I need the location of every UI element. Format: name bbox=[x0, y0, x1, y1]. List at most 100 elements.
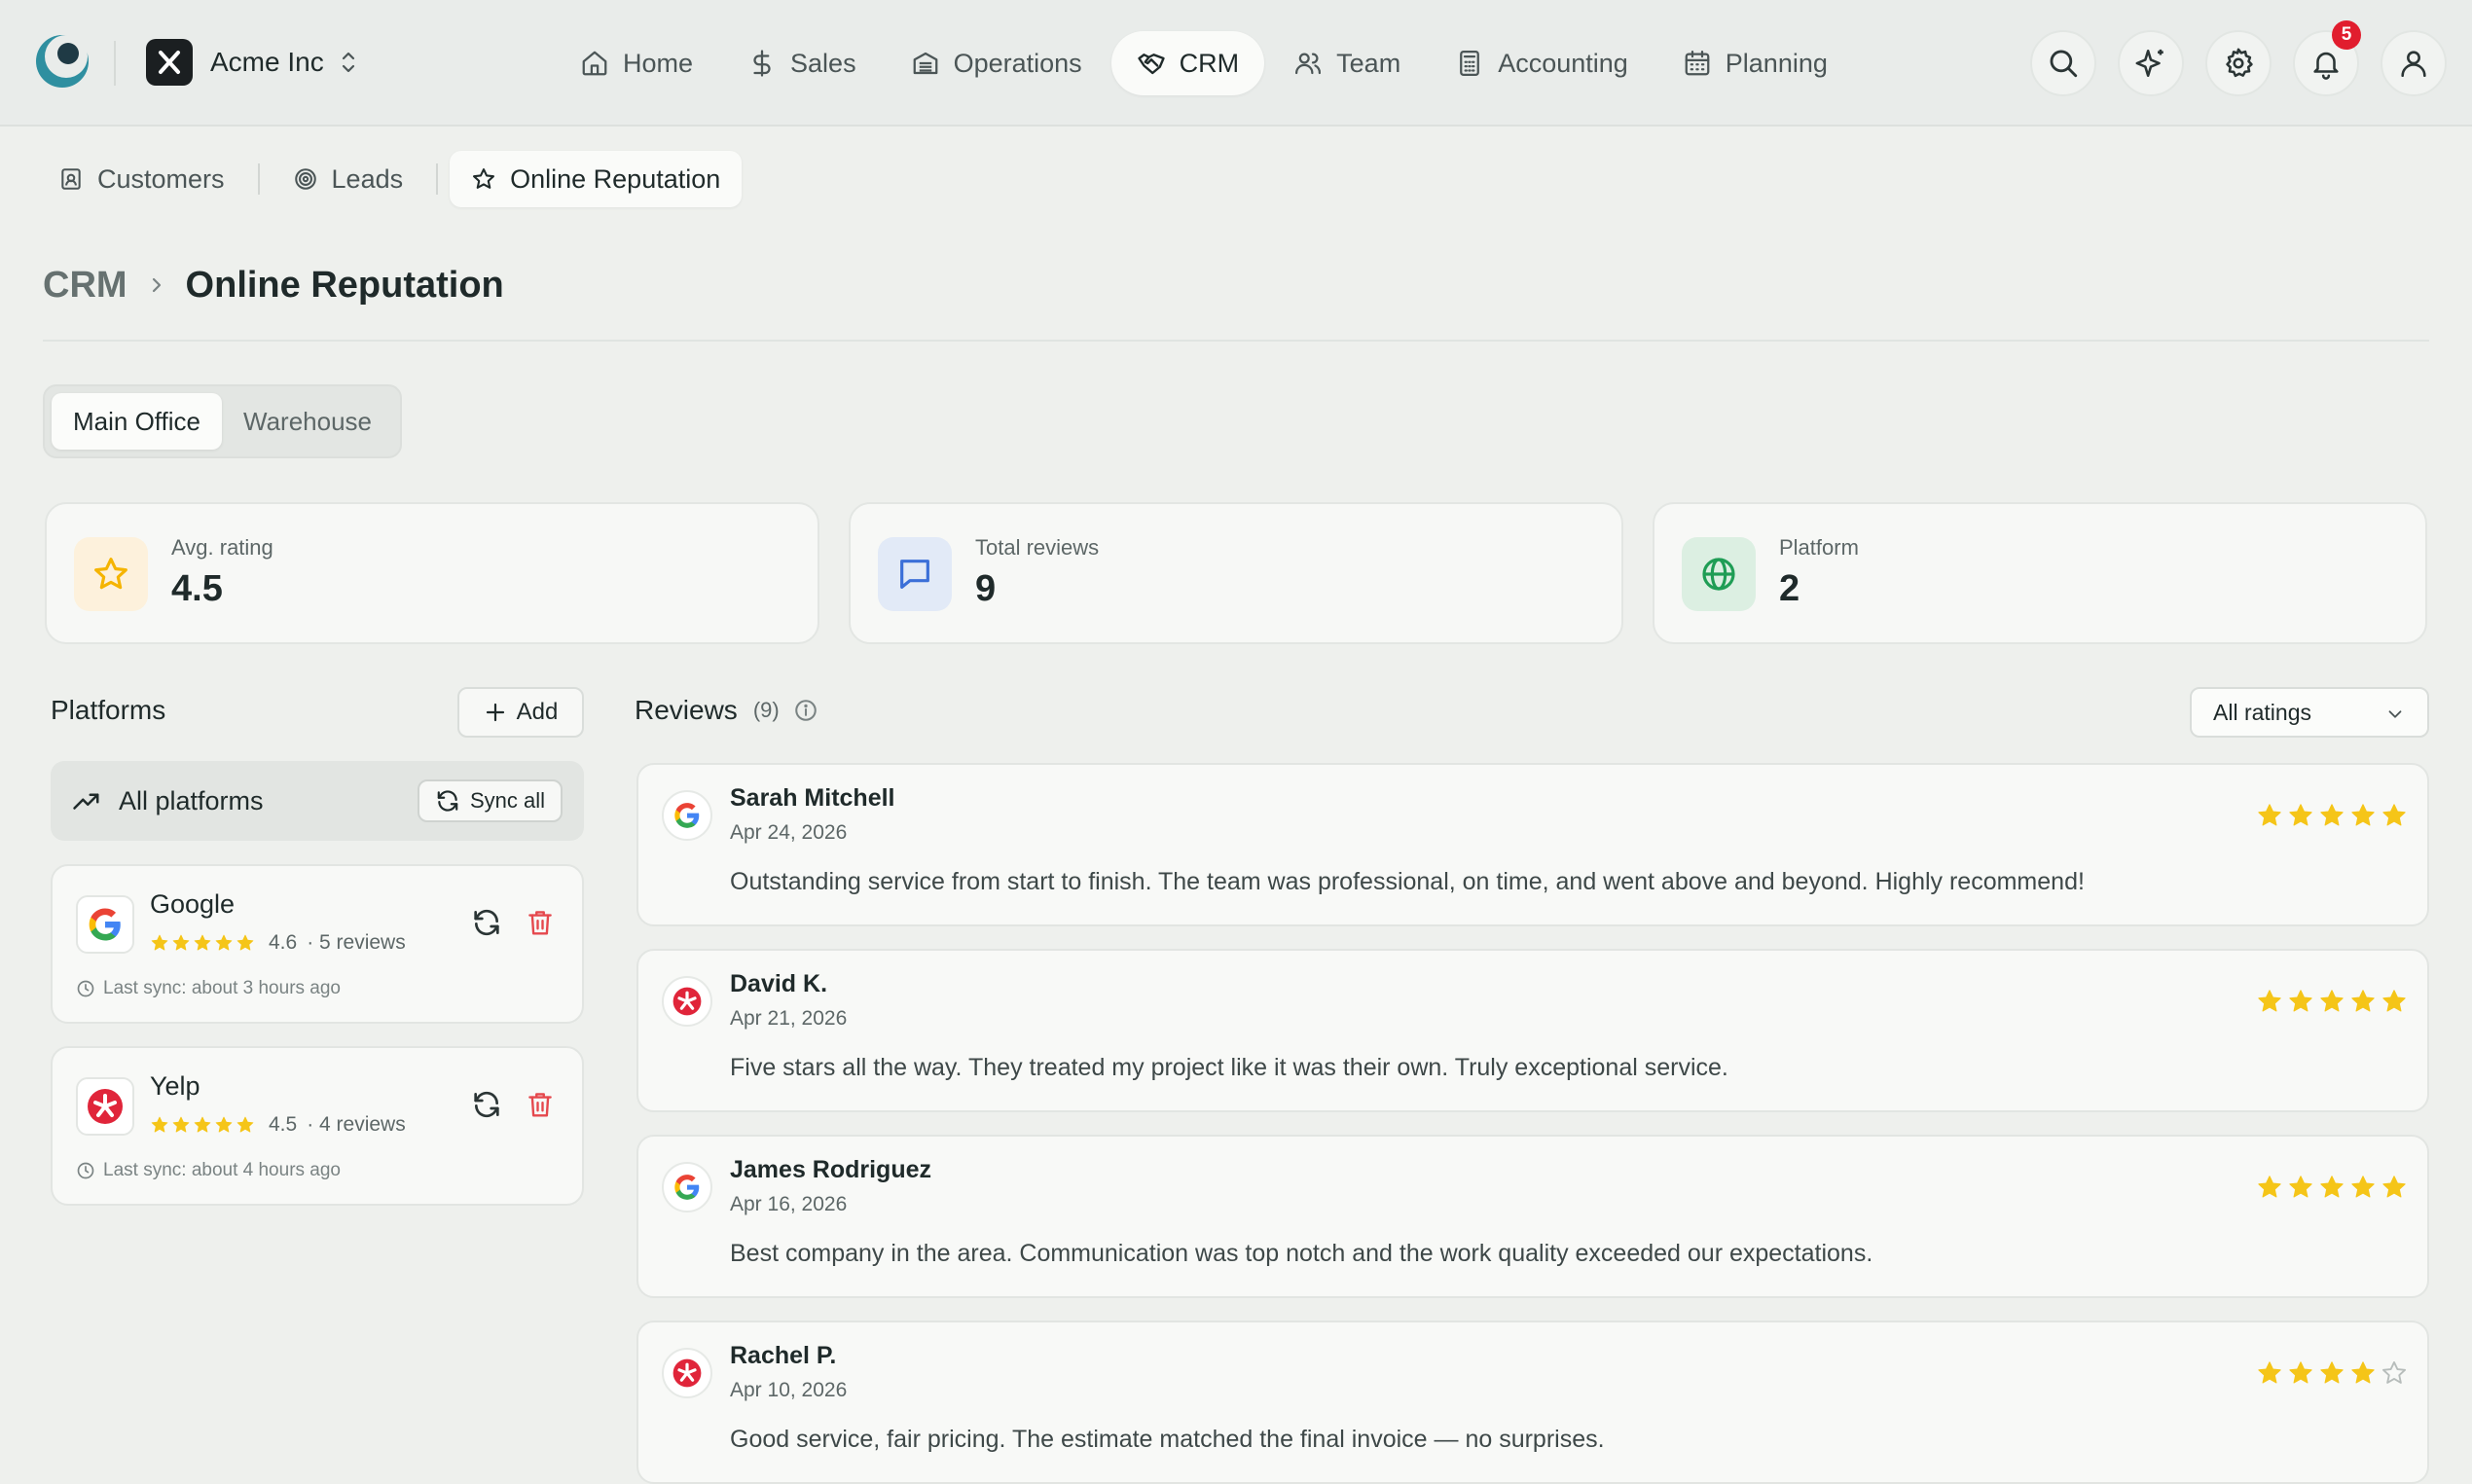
message-icon bbox=[878, 537, 952, 611]
nav-planning[interactable]: Planning bbox=[1657, 31, 1853, 95]
nav-sales[interactable]: Sales bbox=[722, 31, 882, 95]
star-filled-icon bbox=[215, 1116, 233, 1133]
rating-filter-select[interactable]: All ratings bbox=[2190, 687, 2429, 738]
nav-team-label: Team bbox=[1336, 48, 1401, 78]
add-platform-label: Add bbox=[516, 699, 559, 725]
review-text: Five stars all the way. They treated my … bbox=[730, 1054, 1728, 1081]
last-sync-text: Last sync: about 4 hours ago bbox=[103, 1160, 341, 1180]
star-rating bbox=[2252, 988, 2408, 1015]
star-filled-icon bbox=[2258, 804, 2281, 826]
nav-home[interactable]: Home bbox=[555, 31, 718, 95]
star-filled-icon bbox=[2351, 1176, 2375, 1198]
breadcrumb-root[interactable]: CRM bbox=[43, 265, 127, 307]
star-filled-icon bbox=[2258, 1176, 2281, 1198]
star-filled-icon bbox=[2382, 990, 2406, 1012]
tab-leads[interactable]: Leads bbox=[272, 151, 425, 207]
star-filled-icon bbox=[2289, 804, 2312, 826]
star-filled-icon bbox=[2351, 1361, 2375, 1384]
location-warehouse[interactable]: Warehouse bbox=[222, 393, 393, 450]
add-platform-button[interactable]: Add bbox=[457, 687, 584, 738]
google-logo-icon bbox=[76, 895, 134, 954]
google-logo-icon bbox=[662, 1162, 712, 1213]
refresh-icon[interactable] bbox=[471, 1089, 502, 1120]
stat-label: Total reviews bbox=[975, 535, 1100, 560]
star-filled-icon bbox=[2320, 1176, 2344, 1198]
org-switcher[interactable]: Acme Inc bbox=[146, 39, 357, 86]
platform-name: Yelp bbox=[150, 1071, 200, 1101]
reviews-title: Reviews bbox=[635, 695, 738, 725]
info-icon[interactable] bbox=[793, 698, 818, 723]
org-logo-icon bbox=[146, 39, 193, 86]
platform-review-count: · 5 reviews bbox=[307, 931, 406, 954]
star-rating bbox=[2252, 1174, 2408, 1201]
handshake-icon bbox=[1137, 54, 1165, 75]
platform-rating: 4.5 bbox=[269, 1113, 298, 1136]
ai-assistant-button[interactable] bbox=[2118, 30, 2184, 96]
star-filled-icon bbox=[194, 1116, 211, 1133]
platform-card-yelp[interactable]: Yelp 4.5 · 4 reviews Last sync: about 4 … bbox=[51, 1046, 584, 1206]
nav-accounting-label: Accounting bbox=[1498, 48, 1628, 78]
trending-up-icon bbox=[72, 786, 101, 815]
review-date: Apr 21, 2026 bbox=[730, 1007, 848, 1030]
review-date: Apr 16, 2026 bbox=[730, 1193, 848, 1215]
nav-operations[interactable]: Operations bbox=[886, 31, 1108, 95]
review-text: Good service, fair pricing. The estimate… bbox=[730, 1426, 1605, 1453]
stat-label: Avg. rating bbox=[171, 535, 273, 560]
refresh-icon[interactable] bbox=[471, 907, 502, 938]
nav-crm-label: CRM bbox=[1179, 48, 1240, 78]
all-platforms-item[interactable]: All platforms Sync all bbox=[51, 761, 584, 841]
nav-home-label: Home bbox=[623, 48, 694, 78]
nav-team[interactable]: Team bbox=[1268, 31, 1426, 95]
star-filled-icon bbox=[2289, 990, 2312, 1012]
sync-all-button[interactable]: Sync all bbox=[417, 779, 563, 822]
main-nav: Home Sales Operations CRM Team Accountin… bbox=[555, 30, 1857, 96]
stat-value: 4.5 bbox=[171, 568, 223, 609]
nav-crm[interactable]: CRM bbox=[1110, 31, 1265, 95]
settings-button[interactable] bbox=[2205, 30, 2272, 96]
chevron-down-icon bbox=[2388, 710, 2402, 718]
location-main-office[interactable]: Main Office bbox=[52, 393, 223, 450]
last-sync-text: Last sync: about 3 hours ago bbox=[103, 978, 341, 998]
tab-online-reputation-label: Online Reputation bbox=[510, 163, 721, 194]
stat-card-total-reviews: Total reviews 9 bbox=[849, 502, 1623, 644]
trash-icon[interactable] bbox=[526, 1089, 555, 1120]
review-card[interactable]: James Rodriguez Apr 16, 2026 Best company … bbox=[636, 1135, 2429, 1298]
globe-icon bbox=[1682, 537, 1756, 611]
review-card[interactable]: Rachel P. Apr 10, 2026 Good service, fair … bbox=[636, 1321, 2429, 1484]
sync-all-label: Sync all bbox=[469, 788, 545, 813]
star-filled-icon bbox=[2289, 1176, 2312, 1198]
star-filled-icon bbox=[2320, 804, 2344, 826]
nav-accounting[interactable]: Accounting bbox=[1430, 31, 1654, 95]
calendar-icon bbox=[1685, 51, 1710, 76]
app-logo[interactable] bbox=[33, 32, 91, 90]
platform-name: Google bbox=[150, 889, 236, 919]
tab-online-reputation[interactable]: Online Reputation bbox=[450, 151, 743, 207]
star-filled-icon bbox=[2382, 804, 2406, 826]
review-card[interactable]: David K. Apr 21, 2026 Five stars all the w… bbox=[636, 949, 2429, 1112]
search-button[interactable] bbox=[2030, 30, 2096, 96]
review-card[interactable]: Sarah Mitchell Apr 24, 2026 Outstanding se… bbox=[636, 763, 2429, 926]
star-filled-icon bbox=[194, 934, 211, 951]
platform-card-google[interactable]: Google 4.6 · 5 reviews Last sync: about … bbox=[51, 864, 584, 1024]
reviewer-name: James Rodriguez bbox=[730, 1156, 932, 1183]
rating-filter-value: All ratings bbox=[2213, 699, 2311, 725]
review-text: Best company in the area. Communication … bbox=[730, 1240, 1873, 1267]
tab-customers[interactable]: Customers bbox=[37, 151, 246, 207]
star-filled-icon bbox=[2320, 1361, 2344, 1384]
star-filled-icon bbox=[2351, 804, 2375, 826]
tab-leads-label: Leads bbox=[331, 163, 404, 194]
header-divider bbox=[43, 340, 2429, 342]
chevron-right-icon bbox=[149, 274, 164, 296]
profile-button[interactable] bbox=[2381, 30, 2447, 96]
plus-icon bbox=[486, 703, 504, 722]
reviews-count: (9) bbox=[752, 698, 780, 722]
topbar-divider bbox=[114, 41, 116, 86]
trash-icon[interactable] bbox=[526, 907, 555, 938]
star-filled-icon bbox=[151, 934, 168, 951]
sparkles-icon bbox=[2135, 49, 2163, 78]
star-filled-icon bbox=[2351, 990, 2375, 1012]
star-filled-icon bbox=[172, 1116, 190, 1133]
star-empty-icon bbox=[2381, 1360, 2407, 1384]
notifications-button[interactable]: 5 bbox=[2293, 20, 2361, 96]
gear-icon bbox=[2226, 48, 2253, 78]
